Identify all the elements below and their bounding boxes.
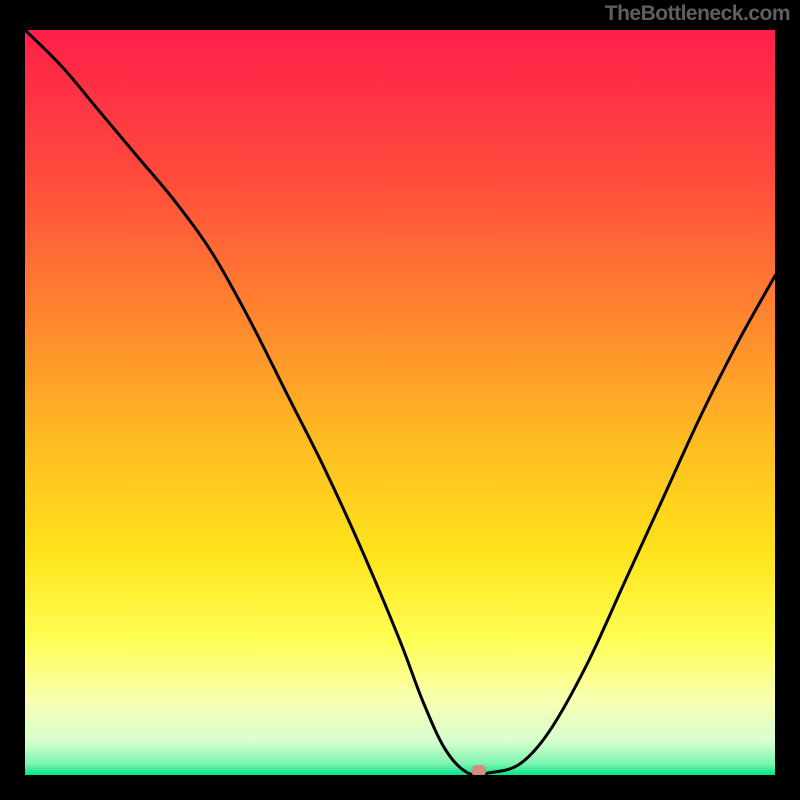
attribution-label: TheBottleneck.com (605, 2, 790, 26)
bottleneck-chart (25, 30, 775, 775)
chart-container (25, 30, 775, 775)
app-frame: TheBottleneck.com (0, 0, 800, 800)
optimum-marker (471, 765, 486, 775)
plot-background (25, 30, 775, 775)
